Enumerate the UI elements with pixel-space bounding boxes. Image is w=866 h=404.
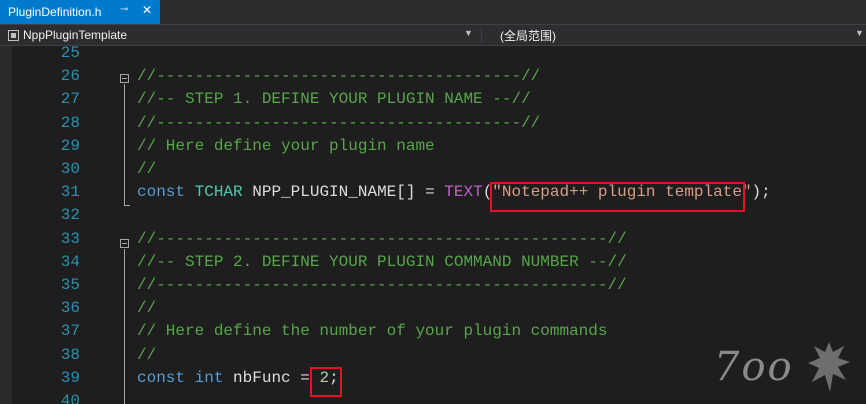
collapse-icon[interactable] xyxy=(120,239,129,248)
project-icon xyxy=(8,29,19,41)
code-token: // Here define the number of your plugin… xyxy=(137,322,608,341)
line-number: 33 xyxy=(60,229,80,248)
code-token: // xyxy=(137,299,157,318)
code-line[interactable]: // Here define your plugin name xyxy=(137,135,435,158)
line-number: 32 xyxy=(60,206,80,225)
line-number: 31 xyxy=(60,183,80,202)
code-token: // Here define your plugin name xyxy=(137,136,435,155)
fold-guide xyxy=(124,249,125,404)
scope-dropdown[interactable]: (全局范围) xyxy=(500,27,556,44)
code-token: nbFunc = xyxy=(223,368,320,387)
code-token: const xyxy=(137,183,186,202)
code-line[interactable]: // Here define the number of your plugin… xyxy=(137,320,607,343)
code-line[interactable]: //-- STEP 1. DEFINE YOUR PLUGIN NAME --/… xyxy=(137,88,531,111)
ink-splat-icon xyxy=(808,342,850,392)
navigation-bar: NppPluginTemplate ▼ (全局范围) ▼ xyxy=(0,24,866,46)
line-number: 34 xyxy=(60,252,80,271)
chevron-down-icon[interactable]: ▼ xyxy=(855,28,864,38)
fold-guide xyxy=(124,84,125,205)
code-token: //--------------------------------------… xyxy=(137,276,627,294)
code-line[interactable]: //--------------------------------------… xyxy=(137,228,627,251)
close-icon[interactable]: ✕ xyxy=(142,3,152,17)
code-token: //--------------------------------------… xyxy=(137,229,627,248)
watermark-text: 7oo xyxy=(714,344,794,390)
code-line[interactable]: const int nbFunc = 2; xyxy=(137,367,339,390)
watermark-logo: 7oo xyxy=(708,336,858,402)
line-number: 39 xyxy=(60,368,80,387)
code-token: NPP_PLUGIN_NAME[] = xyxy=(242,183,445,202)
line-number: 25 xyxy=(60,46,80,62)
code-token: TEXT xyxy=(444,183,483,202)
line-number: 28 xyxy=(60,113,80,132)
tab-title: PluginDefinition.h xyxy=(8,5,102,19)
code-line[interactable]: // xyxy=(137,297,156,320)
code-token: ); xyxy=(751,183,771,202)
code-token: //--------------------------------------… xyxy=(137,67,541,86)
line-number: 26 xyxy=(60,67,80,86)
project-dropdown[interactable]: NppPluginTemplate xyxy=(8,27,476,43)
code-line[interactable]: //--------------------------------------… xyxy=(137,65,540,88)
file-tab[interactable]: PluginDefinition.h ⊸ ✕ xyxy=(0,0,160,24)
highlight-box-plugin-name xyxy=(490,182,745,212)
code-token: //-- STEP 2. DEFINE YOUR PLUGIN COMMAND … xyxy=(137,252,627,271)
code-token: //-- STEP 1. DEFINE YOUR PLUGIN NAME --/… xyxy=(137,90,531,109)
chevron-down-icon[interactable]: ▼ xyxy=(464,28,473,38)
line-number-gutter: 25 26 27 28 29 30 31 32 33 34 35 36 37 38 39 40 xyxy=(0,46,112,404)
code-token: //--------------------------------------… xyxy=(137,113,541,132)
code-token: int xyxy=(194,368,224,387)
code-line[interactable]: //--------------------------------------… xyxy=(137,112,540,135)
highlight-box-func-count xyxy=(310,367,342,397)
code-line[interactable]: // xyxy=(137,344,156,367)
line-number: 38 xyxy=(60,345,80,364)
line-number: 29 xyxy=(60,136,80,155)
code-line[interactable]: // xyxy=(137,158,156,181)
fold-guide-end xyxy=(124,205,130,206)
project-label: NppPluginTemplate xyxy=(23,28,128,42)
line-number: 40 xyxy=(60,392,80,404)
code-line[interactable]: //-- STEP 2. DEFINE YOUR PLUGIN COMMAND … xyxy=(137,251,627,274)
code-token: // xyxy=(137,160,157,178)
navbar-divider xyxy=(481,27,482,43)
indicator-margin xyxy=(0,46,12,404)
code-token: const xyxy=(137,368,186,387)
line-number: 35 xyxy=(60,276,80,294)
line-number: 37 xyxy=(60,322,80,341)
line-number: 30 xyxy=(60,160,80,178)
code-token: TCHAR xyxy=(194,183,243,202)
line-number: 36 xyxy=(60,299,80,318)
code-token: // xyxy=(137,345,157,364)
tab-bar: PluginDefinition.h ⊸ ✕ xyxy=(0,0,866,24)
collapse-icon[interactable] xyxy=(120,74,129,83)
code-line[interactable]: //--------------------------------------… xyxy=(137,274,627,297)
pin-icon[interactable]: ⊸ xyxy=(120,4,128,15)
line-number: 27 xyxy=(60,90,80,109)
